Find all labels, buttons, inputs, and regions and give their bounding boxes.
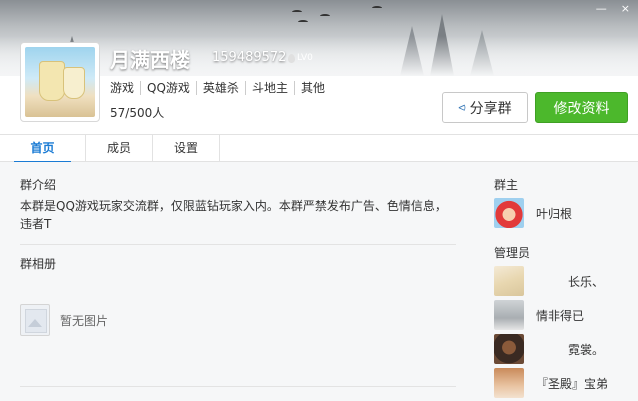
group-tag: 斗地主 bbox=[244, 81, 294, 95]
group-avatar[interactable] bbox=[20, 42, 100, 122]
divider bbox=[20, 244, 456, 245]
admin-item[interactable]: 长乐、 bbox=[494, 266, 634, 296]
member-sidebar: 群主 叶归根 管理员 长乐、 情非得已 霓裳。 『圣殿』宝弟 bbox=[494, 176, 634, 398]
share-icon: ⪦ bbox=[458, 100, 466, 115]
owner-title: 群主 bbox=[494, 178, 519, 192]
avatar bbox=[494, 368, 524, 398]
image-placeholder-icon bbox=[20, 304, 50, 336]
bird-icon bbox=[372, 6, 382, 10]
admin-name: 长乐、 bbox=[568, 274, 605, 289]
share-group-button[interactable]: ⪦ 分享群 bbox=[442, 92, 528, 123]
avatar bbox=[494, 334, 524, 364]
group-name: 月满西楼 bbox=[110, 48, 190, 72]
avatar bbox=[494, 300, 524, 330]
admin-name: 情非得已 bbox=[536, 308, 585, 323]
member-count: 57/500人 bbox=[110, 106, 165, 120]
tab-members[interactable]: 成员 bbox=[86, 135, 153, 162]
tab-home[interactable]: 首页 bbox=[0, 135, 86, 163]
drink-glass-icon bbox=[39, 61, 65, 101]
close-button[interactable]: × bbox=[621, 2, 630, 15]
admins-title: 管理员 bbox=[494, 246, 531, 260]
intro-title: 群介绍 bbox=[20, 178, 57, 192]
avatar bbox=[494, 198, 524, 228]
edit-profile-button[interactable]: 修改资料 bbox=[535, 92, 628, 123]
divider bbox=[20, 386, 456, 387]
minimize-button[interactable]: — bbox=[596, 2, 607, 15]
group-tag: 英雄杀 bbox=[195, 81, 245, 95]
group-tag: QQ游戏 bbox=[140, 81, 196, 95]
admin-item[interactable]: 霓裳。 bbox=[494, 334, 634, 364]
content-area: 群介绍 本群是QQ游戏玩家交流群，仅限蓝钻玩家入内。本群严禁发布广告、色情信息，… bbox=[0, 162, 638, 401]
bird-icon bbox=[320, 14, 330, 18]
tab-settings[interactable]: 设置 bbox=[153, 135, 220, 162]
level-drop-icon bbox=[288, 53, 295, 63]
group-level-badge: LV0 bbox=[288, 53, 313, 63]
drink-glass-icon bbox=[63, 67, 85, 99]
album-empty-state: 暂无图片 bbox=[20, 304, 108, 336]
admin-name: 『圣殿』宝弟 bbox=[536, 376, 609, 391]
album-empty-text: 暂无图片 bbox=[60, 313, 109, 328]
main-column: 群介绍 本群是QQ游戏玩家交流群，仅限蓝钻玩家入内。本群严禁发布广告、色情信息，… bbox=[20, 176, 456, 387]
group-id: 159489572 bbox=[212, 50, 287, 65]
owner-item[interactable]: 叶归根 bbox=[494, 198, 634, 228]
album-title: 群相册 bbox=[20, 257, 57, 271]
intro-text: 本群是QQ游戏玩家交流群，仅限蓝钻玩家入内。本群严禁发布广告、色情信息，违者T bbox=[20, 199, 447, 231]
group-tag: 游戏 bbox=[110, 81, 135, 95]
group-tags: 游戏 QQ游戏 英雄杀 斗地主 其他 bbox=[110, 81, 331, 95]
avatar bbox=[494, 266, 524, 296]
group-tag: 其他 bbox=[293, 81, 331, 95]
bird-icon bbox=[298, 20, 308, 24]
bird-icon bbox=[292, 10, 302, 14]
admin-item[interactable]: 情非得已 bbox=[494, 300, 634, 330]
tab-bar: 首页 成员 设置 bbox=[0, 134, 638, 163]
admin-name: 霓裳。 bbox=[568, 342, 605, 357]
window-controls: — × bbox=[596, 2, 630, 15]
group-level: LV0 bbox=[297, 53, 313, 63]
admin-item[interactable]: 『圣殿』宝弟 bbox=[494, 368, 634, 398]
owner-name: 叶归根 bbox=[536, 206, 573, 221]
group-avatar-image bbox=[25, 47, 95, 117]
share-group-label: 分享群 bbox=[469, 100, 512, 117]
